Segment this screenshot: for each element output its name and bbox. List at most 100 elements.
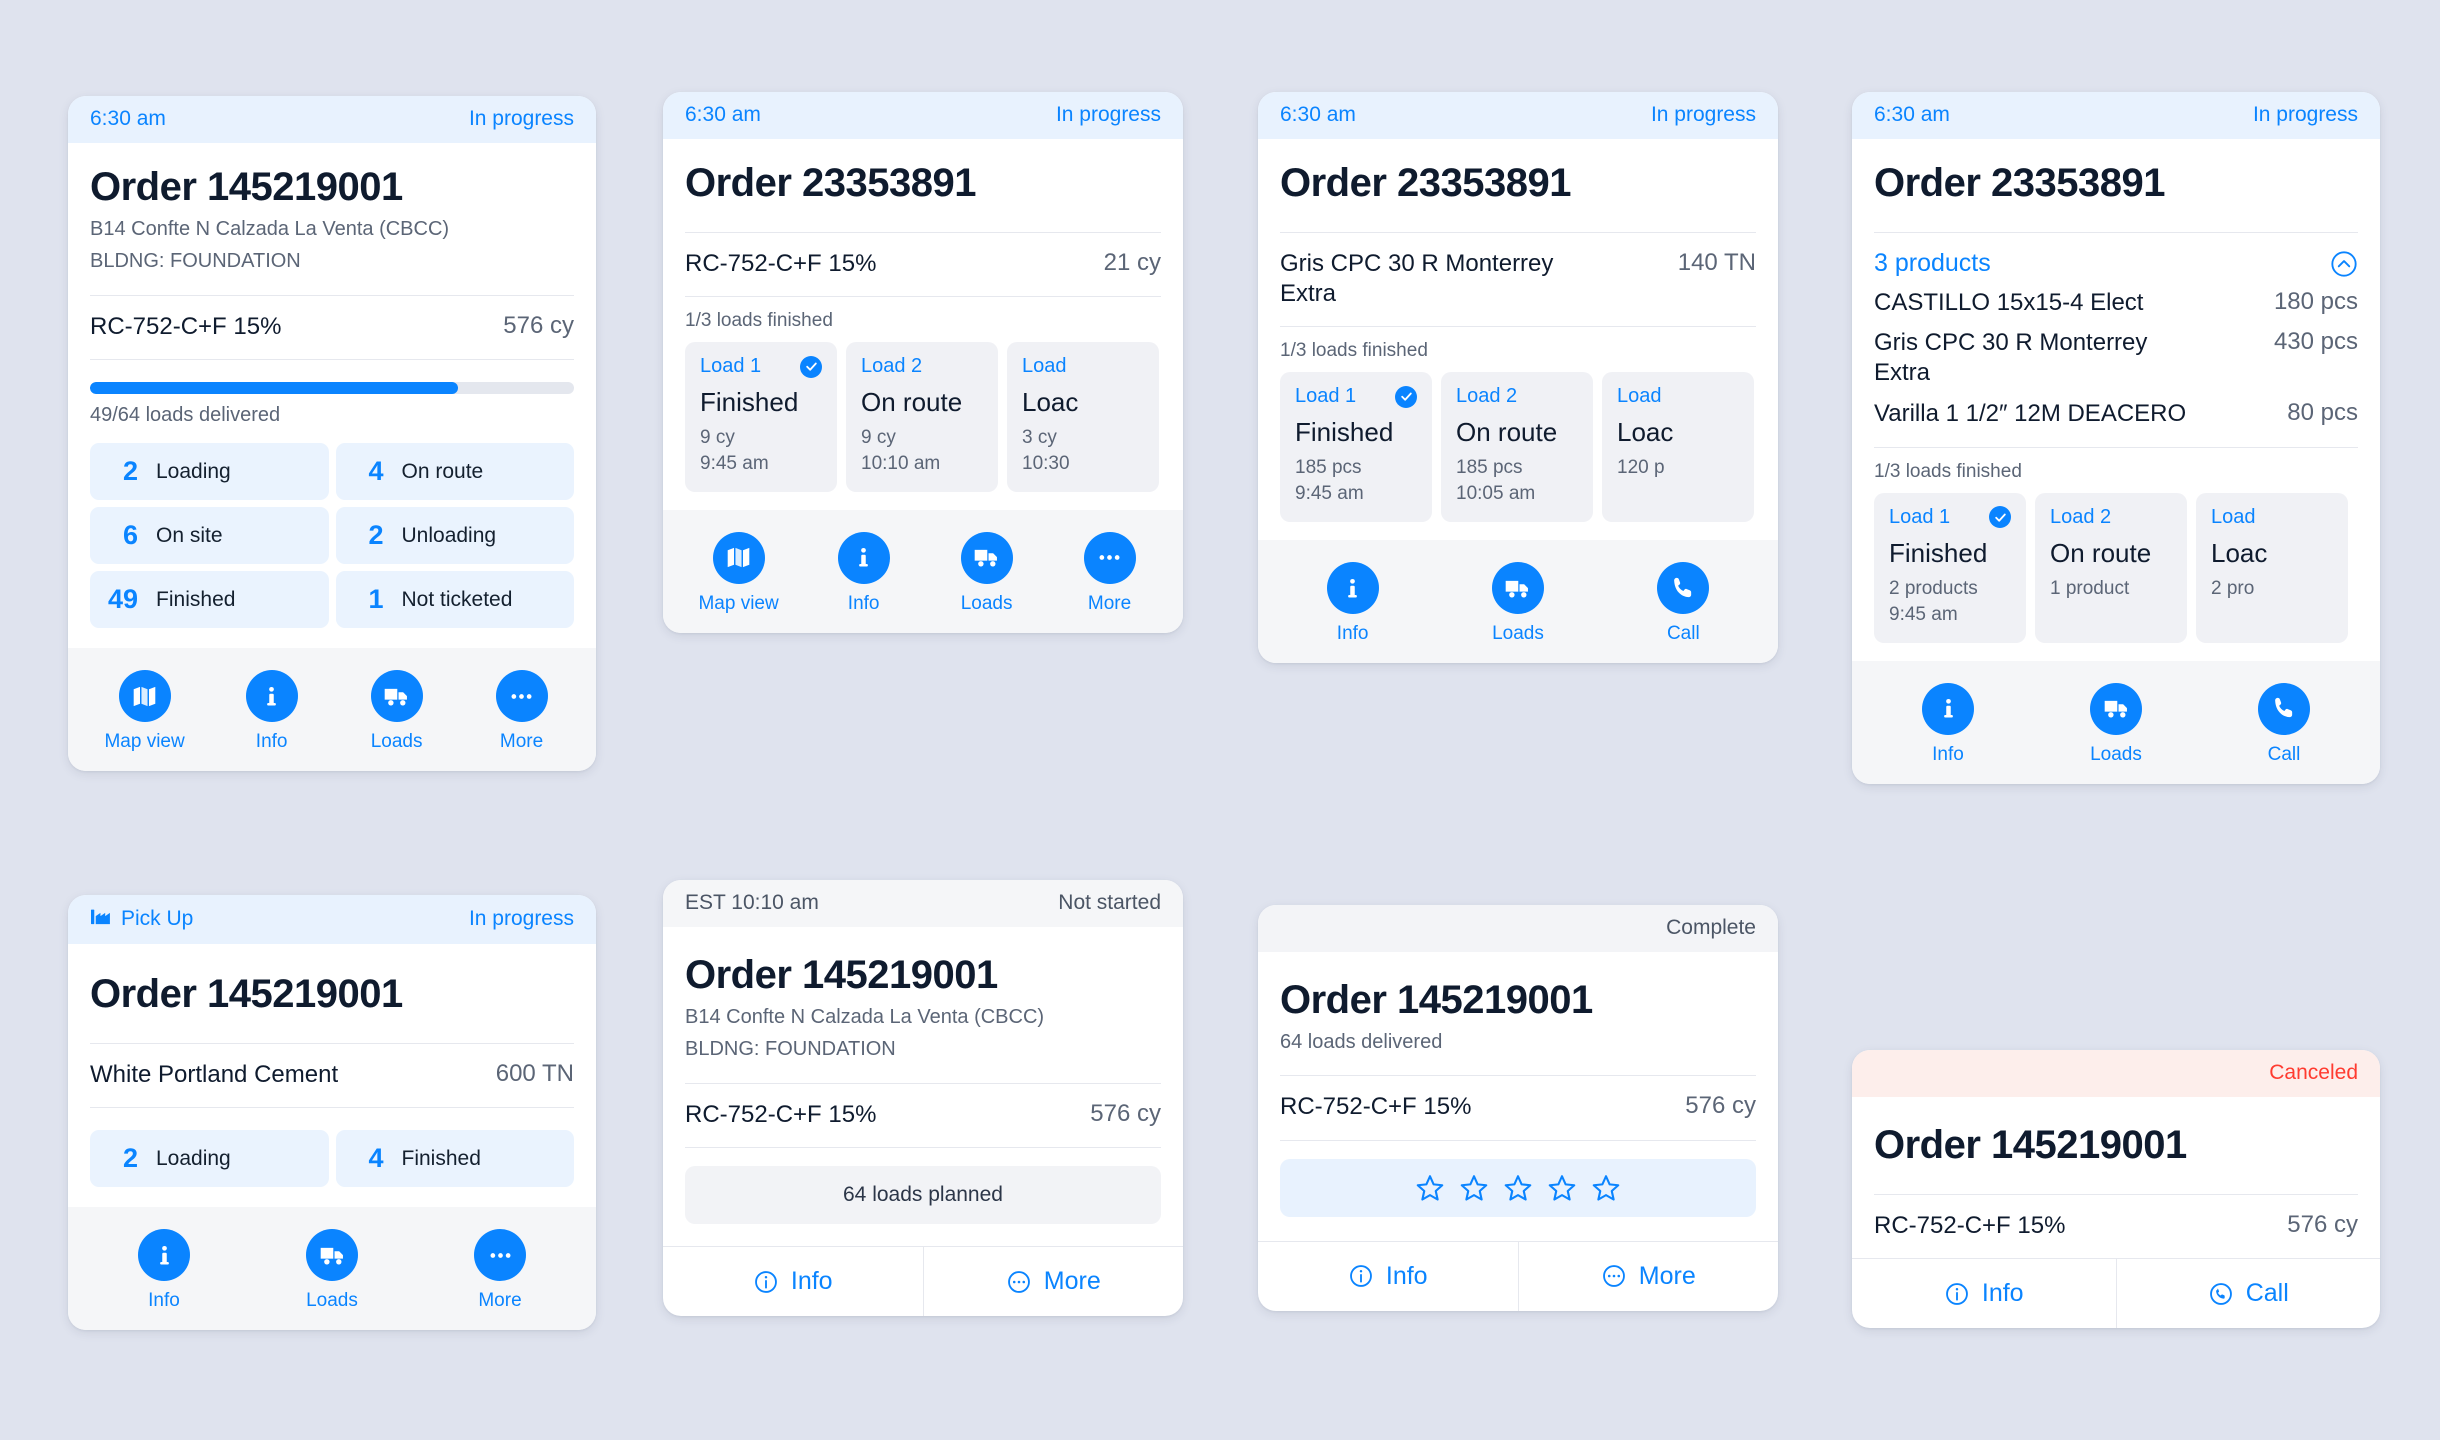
action-more[interactable]: More (1072, 531, 1148, 615)
load-card[interactable]: Load 2 On route 185 pcs 10:05 am (1441, 372, 1593, 523)
action-call[interactable]: Call (1645, 562, 1721, 645)
product-row: Varilla 1 1/2″ 12M DEACERO 80 pcs (1852, 395, 2380, 435)
order-card-not-started[interactable]: EST 10:10 am Not started Order 145219001… (663, 880, 1184, 1317)
loads-carousel[interactable]: Load 1 Finished 185 pcs 9:45 am Load 2 On rou… (1258, 362, 1778, 540)
load-card[interactable]: Load 1 Finished 185 pcs 9:45 am (1280, 372, 1432, 523)
action-call[interactable]: Call (2246, 682, 2322, 766)
order-title: Order 145219001 (90, 165, 403, 209)
chevron-up-circle-icon[interactable] (2330, 250, 2358, 278)
factory-icon (90, 906, 112, 932)
stat-cell[interactable]: 1 Not ticketed (335, 571, 574, 629)
product-quantity: 21 cy (1103, 249, 1161, 276)
card-status-bar: Pick Up In progress (68, 895, 596, 944)
status-label: In progress (468, 107, 574, 130)
phone-outline-icon (2208, 1281, 2234, 1307)
load-amount: 2 products (1889, 577, 1978, 599)
action-info[interactable]: Info (1910, 682, 1986, 766)
action-info[interactable]: Info (1315, 562, 1391, 645)
load-amount: 1 product (2050, 577, 2130, 599)
load-card[interactable]: Load 1 Finished 9 cy 9:45 am (685, 342, 837, 492)
check-circle-icon (800, 355, 822, 378)
action-label: Call (1666, 623, 1700, 645)
order-card-complete[interactable]: Complete Order 145219001 64 loads delive… (1258, 905, 1778, 1311)
stat-cell[interactable]: 2 Loading (90, 443, 329, 501)
load-meta: 2 pro (2211, 576, 2333, 602)
order-card-in-progress-detail[interactable]: 6:30 am In progress Order 145219001 B14 … (68, 96, 596, 772)
action-call[interactable]: Call (2115, 1259, 2381, 1329)
load-name: Load (1617, 385, 1662, 408)
action-info[interactable]: Info (234, 670, 310, 753)
action-label: Call (2267, 743, 2301, 765)
stat-count: 2 (368, 520, 384, 551)
truck-icon (370, 670, 423, 723)
order-title: Order 145219001 (1874, 1123, 2187, 1167)
rating-star[interactable] (1459, 1173, 1489, 1203)
action-loads[interactable]: Loads (949, 531, 1025, 615)
stat-cell[interactable]: 2 Unloading (335, 507, 574, 565)
action-info[interactable]: Info (663, 1247, 923, 1316)
order-card-products[interactable]: 6:30 am In progress Order 23353891 3 pro… (1852, 92, 2380, 784)
load-card[interactable]: Load Loac 2 pro (2196, 492, 2348, 643)
products-header-row[interactable]: 3 products (1852, 233, 2380, 284)
load-amount: 185 pcs (1456, 457, 1523, 479)
load-amount: 9 cy (700, 427, 735, 449)
load-meta: 1 product (2050, 576, 2172, 602)
stat-cell[interactable]: 2 Loading (90, 1130, 329, 1188)
stat-label: Loading (156, 1146, 231, 1170)
action-more[interactable]: More (1517, 1241, 1779, 1311)
stat-count: 1 (368, 584, 384, 615)
load-card[interactable]: Load 2 On route 1 product (2035, 492, 2187, 643)
load-card[interactable]: Load Loac 120 p (1602, 372, 1754, 523)
load-card[interactable]: Load 2 On route 9 cy 10:10 am (846, 342, 998, 492)
action-info[interactable]: Info (1852, 1259, 2116, 1328)
load-meta: 185 pcs 10:05 am (1456, 455, 1578, 507)
stat-label: Unloading (401, 523, 497, 547)
info-outline-icon (1348, 1263, 1374, 1289)
stat-cell[interactable]: 4 Finished (335, 1130, 574, 1188)
load-card[interactable]: Load 1 Finished 2 products 9:45 am (1874, 492, 2026, 643)
stat-label: On site (156, 523, 223, 547)
load-card-header: Load 2 (2050, 506, 2172, 529)
stat-cell[interactable]: 6 On site (90, 507, 329, 565)
load-card-header: Load 1 (700, 355, 822, 378)
loads-carousel[interactable]: Load 1 Finished 9 cy 9:45 am Load 2 On route 9… (663, 332, 1183, 510)
action-label: Call (2245, 1279, 2289, 1308)
loads-carousel[interactable]: Load 1 Finished 2 products 9:45 am Load 2 On … (1852, 483, 2380, 661)
action-label: More (499, 731, 544, 753)
order-card-pickup[interactable]: Pick Up In progress Order 145219001 Whit… (68, 895, 596, 1331)
status-label: Not started (1058, 891, 1161, 914)
load-name: Load 1 (700, 355, 762, 378)
action-info[interactable]: Info (126, 1229, 202, 1312)
order-card-loads-pcs[interactable]: 6:30 am In progress Order 23353891 Gris … (1258, 92, 1778, 664)
action-map-view[interactable]: Map view (698, 531, 779, 615)
rating-star[interactable] (1503, 1173, 1533, 1203)
load-meta: 9 cy 10:10 am (861, 425, 983, 477)
action-more[interactable]: More (462, 1229, 538, 1312)
stat-cell[interactable]: 49 Finished (90, 571, 329, 629)
action-loads[interactable]: Loads (359, 670, 435, 753)
action-more[interactable]: More (484, 670, 560, 753)
rating-widget[interactable] (1280, 1158, 1756, 1217)
order-card-canceled[interactable]: Canceled Order 145219001 RC-752-C+F 15% … (1852, 1050, 2381, 1329)
action-loads[interactable]: Loads (2078, 682, 2154, 766)
action-map-view[interactable]: Map view (104, 670, 185, 753)
action-info[interactable]: Info (1258, 1242, 1518, 1311)
stat-count: 6 (122, 520, 138, 551)
action-info[interactable]: Info (826, 531, 902, 615)
action-loads[interactable]: Loads (1480, 562, 1556, 645)
card-status-bar: Canceled (1852, 1050, 2380, 1097)
check-circle-icon (1989, 506, 2011, 529)
rating-star[interactable] (1547, 1173, 1577, 1203)
stat-cell[interactable]: 4 On route (335, 443, 574, 501)
divider (1280, 1139, 1756, 1141)
action-more[interactable]: More (922, 1247, 1184, 1317)
load-card[interactable]: Load Loac 3 cy 10:30 (1007, 342, 1159, 492)
load-card-header: Load 2 (1456, 385, 1578, 408)
load-status: Loac (1022, 387, 1079, 418)
action-label: Loads (306, 1290, 358, 1312)
rating-star[interactable] (1415, 1173, 1445, 1203)
rating-star[interactable] (1591, 1173, 1621, 1203)
order-card-loads-cy[interactable]: 6:30 am In progress Order 23353891 RC-75… (663, 92, 1183, 633)
product-quantity: 430 pcs (2273, 328, 2358, 356)
action-loads[interactable]: Loads (294, 1229, 370, 1312)
